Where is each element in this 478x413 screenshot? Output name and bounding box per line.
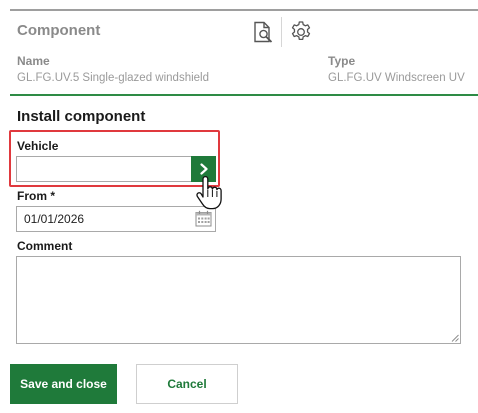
from-date-label: From * — [17, 189, 56, 203]
comment-textarea[interactable] — [16, 256, 461, 344]
gear-icon — [291, 21, 311, 41]
resize-grip-icon[interactable] — [451, 334, 459, 342]
name-value: GL.FG.UV.5 Single-glazed windshield — [17, 72, 209, 84]
vehicle-select-button[interactable] — [191, 156, 216, 182]
chevron-right-icon — [199, 163, 208, 175]
comment-label: Comment — [17, 239, 73, 253]
cancel-button[interactable]: Cancel — [136, 364, 238, 404]
icon-separator — [281, 17, 282, 47]
settings-button[interactable] — [288, 19, 314, 45]
document-search-icon — [254, 21, 273, 43]
vehicle-input[interactable] — [16, 156, 191, 182]
type-label: Type — [328, 54, 356, 68]
section-divider — [10, 94, 478, 96]
document-search-button[interactable] — [250, 19, 276, 45]
type-value: GL.FG.UV Windscreen UV — [328, 72, 465, 84]
calendar-icon[interactable] — [195, 210, 212, 227]
vehicle-label: Vehicle — [17, 139, 59, 153]
header-top-divider — [10, 9, 478, 11]
save-and-close-button[interactable]: Save and close — [10, 364, 117, 404]
install-component-title: Install component — [17, 108, 146, 125]
component-panel-title: Component — [17, 22, 101, 39]
from-date-input[interactable] — [16, 206, 216, 232]
name-label: Name — [17, 54, 50, 68]
